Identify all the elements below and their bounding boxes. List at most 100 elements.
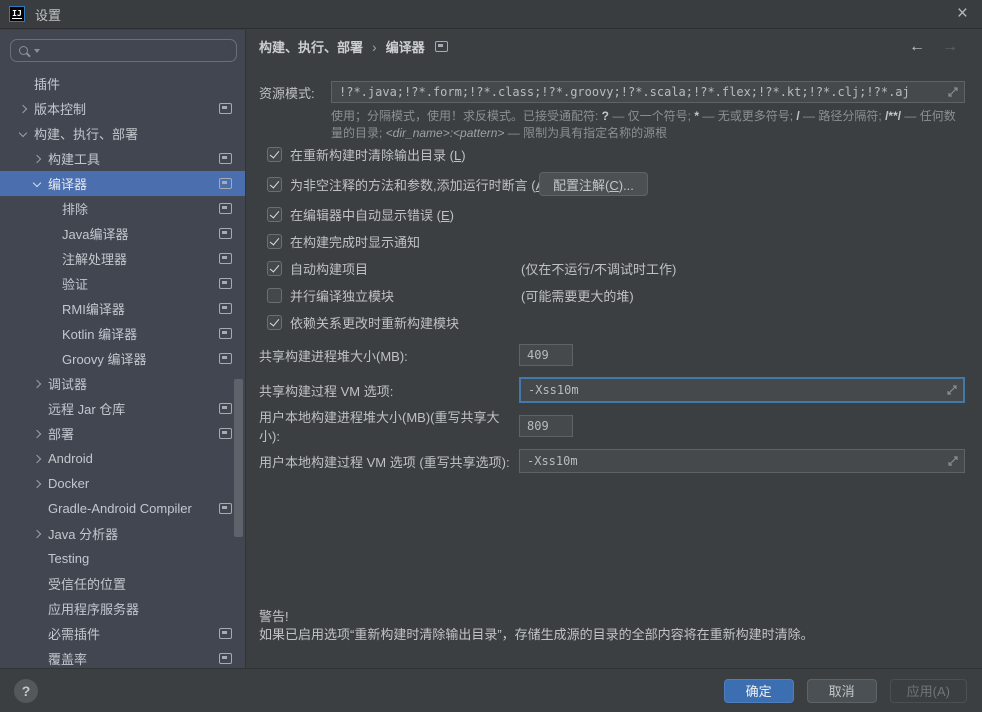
chevron-right-icon[interactable] [33,454,41,462]
sidebar-item-label: 排除 [62,199,88,218]
sidebar-item-label: 编译器 [48,174,87,193]
ok-button[interactable]: 确定 [724,679,794,703]
sidebar-item[interactable]: 编译器 [0,171,245,196]
checkbox-checked[interactable] [267,261,282,276]
field-box [519,415,573,437]
sidebar-item[interactable]: 构建、执行、部署 [0,121,245,146]
close-icon[interactable]: × [957,1,968,27]
checkbox-checked[interactable] [267,315,282,330]
form-field-row: 共享构建过程 VM 选项: [259,377,965,403]
chevron-down-icon[interactable] [19,128,27,136]
sidebar-item[interactable]: Java 分析器 [0,521,245,546]
checkbox-label[interactable]: 在重新构建时清除输出目录 (L) [290,145,466,164]
field-box [519,377,965,403]
form-field-row: 用户本地构建进程堆大小(MB)(重写共享大小): [259,415,965,437]
expand-field-icon[interactable] [947,86,959,98]
sidebar-item[interactable]: RMI编译器 [0,296,245,321]
checkbox-unchecked[interactable] [267,288,282,303]
chevron-right-icon[interactable] [33,479,41,487]
sidebar-item[interactable]: 构建工具 [0,146,245,171]
chevron-right-icon[interactable] [19,104,27,112]
configure-annotations-button[interactable]: 配置注解(C)... [539,172,648,196]
sidebar-item[interactable]: 版本控制 [0,96,245,121]
checkbox-label[interactable]: 并行编译独立模块 [290,286,394,305]
field-input[interactable] [520,416,572,436]
search-input[interactable] [46,44,230,58]
chevron-right-icon[interactable] [33,379,41,387]
settings-content: 构建、执行、部署 › 编译器 ← → 资源模式: 使用；分隔模式，使用！求反模式… [247,30,982,668]
chevron-placeholder [48,306,54,312]
field-input[interactable] [521,379,963,401]
checkbox-checked[interactable] [267,207,282,222]
sidebar-item-label: Testing [48,551,89,566]
resource-patterns-input[interactable] [332,82,964,102]
sidebar-item[interactable]: Testing [0,546,245,571]
checkbox-label[interactable]: 在编辑器中自动显示错误 (E) [290,205,454,224]
breadcrumb-separator-icon: › [372,39,377,55]
chevron-placeholder [48,231,54,237]
sidebar-item[interactable]: 验证 [0,271,245,296]
project-level-monitor-icon [219,328,232,339]
sidebar-item[interactable]: 排除 [0,196,245,221]
chevron-placeholder [34,406,40,412]
sidebar-item[interactable]: 必需插件 [0,621,245,646]
sidebar-item-label: 部署 [48,424,74,443]
sidebar-item[interactable]: 远程 Jar 仓库 [0,396,245,421]
sidebar-item[interactable]: 受信任的位置 [0,571,245,596]
apply-button: 应用(A) [890,679,967,703]
sidebar-item-label: 注解处理器 [62,249,127,268]
chevron-down-icon[interactable] [33,178,41,186]
settings-search-box[interactable] [10,39,237,62]
warning-title: 警告! [259,608,814,626]
cancel-button[interactable]: 取消 [807,679,877,703]
chevron-right-icon[interactable] [33,154,41,162]
expand-field-icon[interactable] [946,384,958,396]
sidebar-item[interactable]: Kotlin 编译器 [0,321,245,346]
field-input[interactable] [520,450,964,472]
checkbox-label[interactable]: 为非空注释的方法和参数,添加运行时断言 (A) [290,175,549,194]
sidebar-item[interactable]: 部署 [0,421,245,446]
help-icon[interactable]: ? [14,679,38,703]
chevron-right-icon[interactable] [33,429,41,437]
settings-sidebar: 插件版本控制构建、执行、部署构建工具编译器排除 Java编译器注解处理器验证 RMI… [0,30,246,668]
sidebar-item-label: 调试器 [48,374,87,393]
warning-block: 警告! 如果已启用选项“重新构建时清除输出目录”，存储生成源的目录的全部内容将在… [259,608,814,644]
project-level-monitor-icon [219,628,232,639]
sidebar-item[interactable]: Java编译器 [0,221,245,246]
sidebar-item[interactable]: 应用程序服务器 [0,596,245,621]
settings-tree: 插件版本控制构建、执行、部署构建工具编译器排除 Java编译器注解处理器验证 RMI… [0,71,245,668]
sidebar-item[interactable]: Gradle-Android Compiler [0,496,245,521]
checkbox-checked[interactable] [267,177,282,192]
sidebar-item-label: 远程 Jar 仓库 [48,399,125,418]
field-label: 共享构建进程堆大小(MB): [259,346,519,365]
sidebar-item[interactable]: Android [0,446,245,471]
field-input[interactable] [520,345,572,365]
sidebar-item[interactable]: 调试器 [0,371,245,396]
project-level-monitor-icon [219,353,232,364]
sidebar-item-label: RMI编译器 [62,299,125,318]
sidebar-item[interactable]: 覆盖率 [0,646,245,668]
sidebar-item[interactable]: 注解处理器 [0,246,245,271]
breadcrumb-parent[interactable]: 构建、执行、部署 [259,37,363,56]
checkbox-label[interactable]: 在构建完成时显示通知 [290,232,420,251]
chevron-placeholder [20,81,26,87]
project-level-monitor-icon [219,303,232,314]
search-history-caret-icon[interactable] [34,49,40,53]
checkbox-checked[interactable] [267,147,282,162]
sidebar-item[interactable]: 插件 [0,71,245,96]
back-arrow-icon[interactable]: ← [909,38,925,56]
checkbox-label[interactable]: 自动构建项目 [290,259,368,278]
checkbox-checked[interactable] [267,234,282,249]
form-field-row: 用户本地构建过程 VM 选项 (重写共享选项): [259,449,965,473]
checkbox-label[interactable]: 依赖关系更改时重新构建模块 [290,313,459,332]
settings-dialog: IJ 设置 × 插件版本控制构建、执行、部署构建工具编译器排除Java编译器注解… [0,0,982,712]
chevron-right-icon[interactable] [33,529,41,537]
checkbox-comment: (仅在不运行/不调试时工作) [521,259,676,278]
sidebar-item[interactable]: Groovy 编译器 [0,346,245,371]
chevron-placeholder [34,606,40,612]
sidebar-scrollbar[interactable] [234,379,243,537]
checkbox-row: 并行编译独立模块(可能需要更大的堆) [267,286,965,304]
sidebar-item-label: Docker [48,476,89,491]
expand-field-icon[interactable] [947,455,959,467]
sidebar-item[interactable]: Docker [0,471,245,496]
